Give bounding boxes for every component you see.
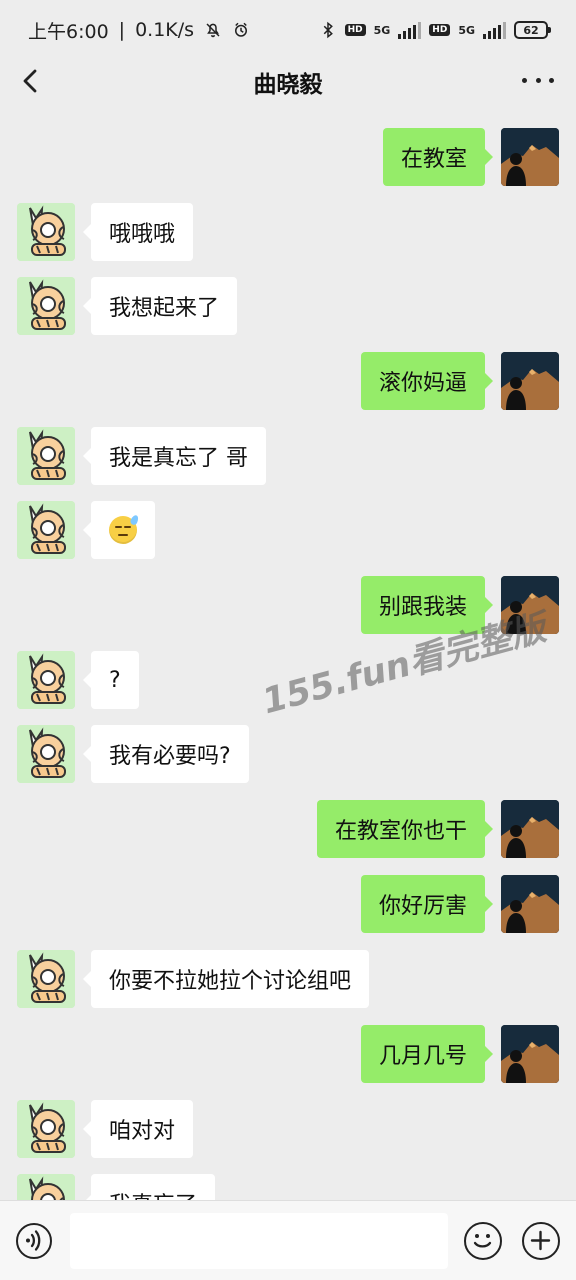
battery-icon: 62	[514, 21, 551, 39]
emoji-icon[interactable]	[464, 1222, 502, 1260]
status-right: HD 5G HD 5G 62	[319, 21, 551, 39]
hd-badge-2: HD	[429, 24, 451, 36]
message-bubble[interactable]: 我是真忘了 哥	[83, 427, 266, 485]
network-speed: 0.1K/s	[135, 19, 195, 41]
avatar-tiger[interactable]	[17, 203, 75, 261]
status-bar: 上午6:00 | 0.1K/s HD 5G HD 5G 62	[0, 0, 576, 60]
message-bubble[interactable]: 滚你妈逼	[360, 352, 494, 410]
signal-icon-2	[483, 21, 506, 39]
avatar-tiger[interactable]	[17, 427, 75, 485]
signal-icon-1	[398, 21, 422, 39]
hd-badge-1: HD	[344, 24, 366, 36]
message-bubble[interactable]: 你好厉害	[360, 875, 494, 933]
avatar-me[interactable]	[501, 128, 559, 186]
message-input[interactable]	[70, 1213, 448, 1269]
status-time: 上午6:00	[28, 20, 109, 43]
plus-icon[interactable]	[522, 1222, 560, 1260]
avatar-tiger[interactable]	[17, 950, 75, 1008]
message-bubble[interactable]: 我真忘了	[82, 1174, 216, 1200]
mute-icon	[204, 21, 222, 39]
message-bubble[interactable]: ?	[83, 651, 139, 709]
avatar-me[interactable]	[501, 800, 559, 858]
more-icon[interactable]	[522, 76, 554, 84]
message-bubble[interactable]: 我有必要吗?	[83, 725, 249, 783]
message-bubble[interactable]: 在教室你也干	[316, 800, 494, 858]
avatar-tiger[interactable]	[17, 725, 75, 783]
message-bubble[interactable]: 几月几号	[360, 1025, 494, 1083]
avatar-me[interactable]	[501, 352, 559, 410]
emoji-mouth	[118, 534, 128, 536]
avatar-tiger[interactable]	[17, 277, 75, 335]
message-bubble[interactable]: 咱对对	[82, 1100, 194, 1158]
avatar-tiger[interactable]	[17, 1174, 75, 1200]
avatar-me[interactable]	[501, 1025, 559, 1083]
sweat-drop-icon	[129, 513, 140, 527]
bluetooth-icon	[319, 21, 337, 39]
alarm-icon	[232, 21, 250, 39]
message-bubble[interactable]: 我想起来了	[82, 277, 238, 335]
emoji-message-bubble[interactable]: 😓	[83, 501, 155, 559]
chat-title-bar: 曲晓毅	[0, 55, 576, 110]
message-bubble[interactable]: 你要不拉她拉个讨论组吧	[82, 950, 370, 1008]
avatar-me[interactable]	[501, 875, 559, 933]
message-bubble[interactable]: 在教室	[382, 128, 494, 186]
status-left: 上午6:00 | 0.1K/s	[28, 17, 250, 44]
network-type-2: 5G	[458, 23, 475, 37]
network-type-1: 5G	[373, 23, 391, 37]
avatar-tiger[interactable]	[17, 501, 75, 559]
voice-icon[interactable]	[16, 1223, 52, 1259]
chat-title: 曲晓毅	[253, 72, 323, 98]
sweat-face-icon: 😓	[109, 513, 140, 544]
status-separator: |	[118, 19, 126, 41]
avatar-tiger[interactable]	[17, 1100, 75, 1158]
avatar-tiger[interactable]	[17, 651, 75, 709]
chat-input-bar	[0, 1200, 576, 1280]
message-bubble[interactable]: 哦哦哦	[82, 203, 194, 261]
